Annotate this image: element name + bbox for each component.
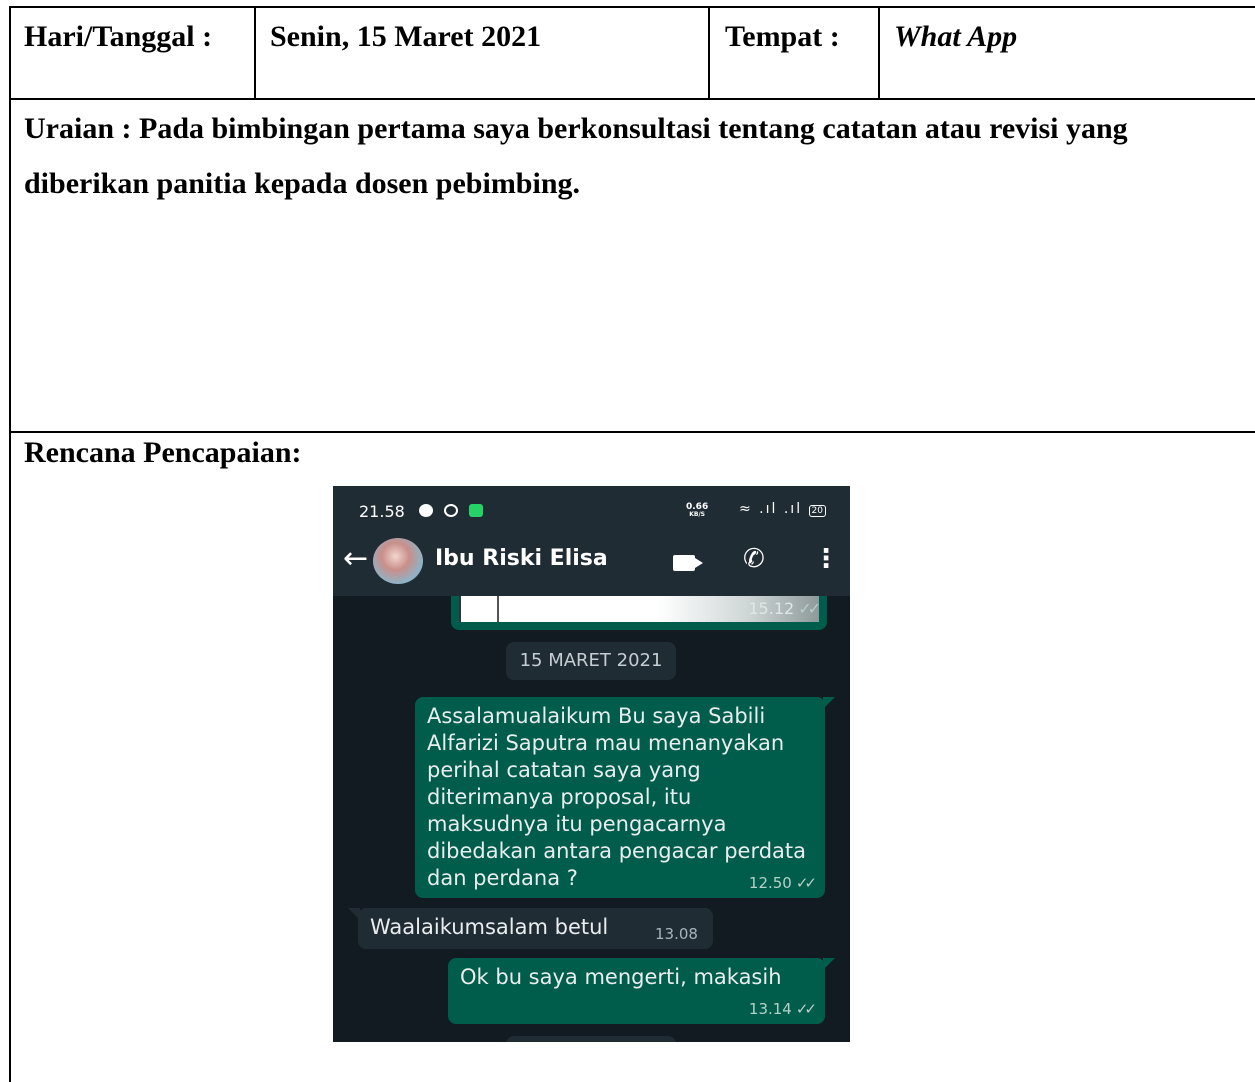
rencana-label: Rencana Pencapaian:: [24, 436, 302, 469]
read-ticks-icon: ✓✓: [798, 599, 821, 618]
message-text: Assalamualaikum Bu saya Sabili Alfarizi …: [427, 704, 807, 890]
network-speed-unit: KB/S: [689, 511, 705, 518]
bubble-tail: [348, 908, 360, 920]
date-separator: 15 MARET 2021: [506, 642, 676, 680]
instagram-icon: [444, 504, 458, 517]
signal-wifi-battery-icons: ≈ .ıl .ıl 20: [739, 501, 826, 517]
message-text: Ok bu saya mengerti, makasih: [460, 965, 782, 989]
table-border-left: [9, 6, 11, 1082]
message-text: Waalaikumsalam betul: [370, 915, 609, 939]
more-options-icon[interactable]: ⋮: [813, 546, 839, 572]
table-border-top: [9, 6, 1255, 8]
network-speed: 0.66 KB/S: [686, 503, 708, 519]
uraian-text: Uraian : Pada bimbingan pertama saya ber…: [24, 112, 1128, 200]
message-bubble-outgoing[interactable]: Assalamualaikum Bu saya Sabili Alfarizi …: [415, 697, 835, 898]
next-date-separator: [506, 1036, 676, 1042]
phone-call-icon[interactable]: ✆: [743, 544, 765, 574]
previous-message-time: 15.12 ✓✓: [748, 599, 821, 618]
document-page: Hari/Tanggal : Senin, 15 Maret 2021 Temp…: [0, 0, 1255, 1082]
table-divider-3: [878, 6, 880, 99]
message-time: 13.14 ✓✓: [748, 1000, 817, 1018]
chat-app-icon: [469, 504, 483, 517]
table-border-row1: [9, 98, 1255, 100]
day-value: Senin, 15 Maret 2021: [270, 20, 542, 53]
message-bubble-outgoing[interactable]: Ok bu saya mengerti, makasih 13.14 ✓✓: [448, 958, 835, 1024]
bubble-tail: [823, 958, 835, 970]
place-label: Tempat :: [725, 20, 840, 53]
read-ticks-icon: ✓✓: [795, 1000, 817, 1018]
table-divider-2: [708, 6, 710, 99]
previous-message-bubble[interactable]: 15.12 ✓✓: [451, 596, 827, 630]
avatar[interactable]: [373, 538, 423, 584]
message-time: 12.50 ✓✓: [748, 874, 817, 892]
table-divider-1: [254, 6, 256, 99]
video-call-icon[interactable]: [673, 555, 703, 571]
day-label: Hari/Tanggal :: [24, 20, 213, 53]
status-bar: 21.58 0.66 KB/S ≈ .ıl .ıl 20: [333, 486, 850, 526]
status-time: 21.58: [359, 502, 405, 521]
message-time: 13.08: [655, 925, 698, 943]
wifi-icon: ≈: [738, 501, 753, 517]
message-time-value: 12.50: [748, 874, 792, 892]
message-time-value: 13.14: [748, 1000, 792, 1018]
whatsapp-screenshot: 21.58 0.66 KB/S ≈ .ıl .ıl 20 ← Ibu Riski…: [333, 486, 850, 1042]
previous-message-time-value: 15.12: [748, 599, 795, 618]
table-border-row2: [9, 431, 1255, 433]
battery-icon: 20: [808, 505, 826, 517]
network-speed-value: 0.66: [686, 502, 709, 512]
message-bubble-incoming[interactable]: Waalaikumsalam betul 13.08: [348, 908, 713, 949]
line-app-icon: [419, 504, 433, 517]
read-ticks-icon: ✓✓: [795, 874, 817, 892]
contact-name[interactable]: Ibu Riski Elisa: [435, 546, 608, 571]
place-value: What App: [894, 20, 1018, 53]
bubble-tail: [823, 697, 835, 709]
back-arrow-icon[interactable]: ←: [343, 544, 368, 574]
signal-icon: .ıl .ıl: [759, 501, 803, 517]
image-divider: [497, 596, 499, 622]
chat-header: ← Ibu Riski Elisa ✆ ⋮: [333, 526, 850, 596]
